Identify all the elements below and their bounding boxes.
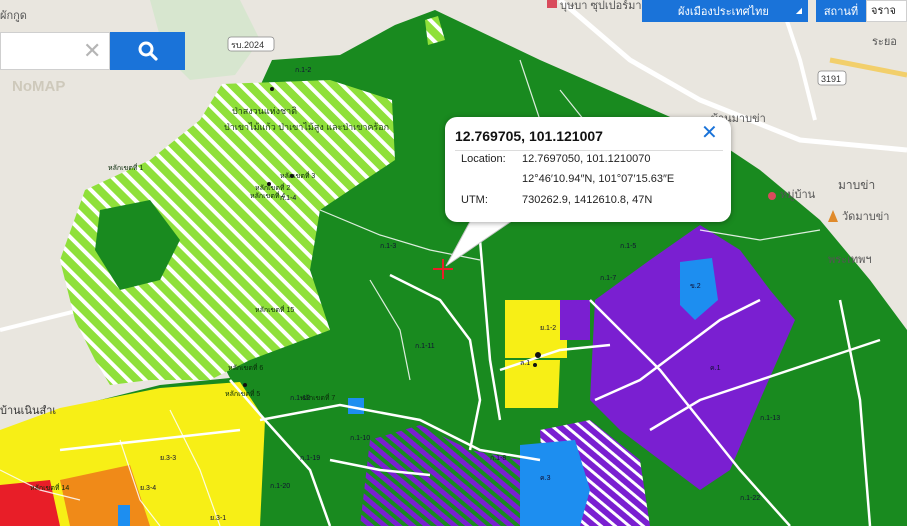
layer-select[interactable]: ผังเมืองประเทศไทย ◢ bbox=[642, 0, 808, 22]
place-label: บ้านเนินสำเ bbox=[0, 405, 56, 417]
place-label: หมู่บ้าน bbox=[780, 189, 816, 201]
place-label: วัดมาบข่า bbox=[842, 211, 889, 223]
road-label: รบ.2024 bbox=[231, 40, 264, 50]
utm-label: UTM: bbox=[461, 194, 488, 206]
poi-pin-icon bbox=[547, 0, 557, 8]
map-watermark: NoMAP bbox=[12, 78, 65, 95]
survey-point-label: หลักเขตที่ 14 bbox=[30, 483, 69, 492]
place-label: มาบข่า bbox=[838, 178, 875, 192]
zone-code-label: ข.2 bbox=[690, 283, 701, 290]
survey-point-label: หลักเขตที่ 2 bbox=[255, 183, 290, 192]
place-label: พระเทพฯ bbox=[828, 254, 872, 266]
search-input[interactable]: ✕ bbox=[0, 32, 110, 70]
station-label: สถานที่ bbox=[823, 6, 859, 18]
zone-code-label: ล.1 bbox=[520, 360, 530, 367]
zone-code-label: ก.1-19 bbox=[300, 455, 320, 462]
zone-code-label: ก.1-3 bbox=[380, 243, 396, 250]
location-dms: 12°46′10.94″N, 101°07′15.63″E bbox=[522, 173, 675, 185]
forest-label: ป่าสงวนแห่งชาติ bbox=[232, 106, 297, 116]
zone-code-label: ก.1-11 bbox=[415, 343, 435, 350]
location-label: Location: bbox=[461, 153, 506, 165]
map-canvas[interactable]: ผักกูด บุษบา ซุปเปอร์มาร์ รบ.2024 3191 N… bbox=[0, 0, 907, 526]
zone-code-label: ย.1-2 bbox=[540, 325, 556, 332]
station-input[interactable]: จราจ bbox=[866, 0, 907, 22]
zone-yellow-center-south bbox=[505, 360, 560, 408]
zone-code-label: ก.1-13 bbox=[760, 415, 780, 422]
caret-down-icon: ◢ bbox=[795, 6, 802, 15]
zone-code-label: ก.1-2 bbox=[295, 67, 311, 74]
zone-code-label: ก.1-8 bbox=[490, 455, 506, 462]
zone-code-label: ก.1-20 bbox=[270, 483, 290, 490]
zone-blue-tiny bbox=[118, 505, 130, 526]
station-button[interactable]: สถานที่ bbox=[816, 0, 866, 22]
utm-value: 730262.9, 1412610.8, 47N bbox=[522, 194, 653, 206]
forest-label: ป่าเขาไม้แก้ว ป่าเขาไม้สูง และป่าเขาคร้อ… bbox=[224, 122, 389, 133]
survey-point-label: หลักเขตที่ 6 bbox=[228, 363, 263, 372]
layer-select-label: ผังเมืองประเทศไทย bbox=[678, 6, 769, 18]
survey-point-label: หลักเขตที่ 15 bbox=[255, 305, 294, 314]
zone-yellow-center[interactable] bbox=[505, 300, 567, 358]
survey-point-label: หลักเขตที่ 4 bbox=[250, 191, 285, 200]
zone-code-label: ค.3 bbox=[540, 475, 551, 482]
survey-point-label: หลักเขตที่ 3 bbox=[280, 171, 315, 180]
popup-title: 12.769705, 101.121007 bbox=[455, 128, 603, 144]
station-input-value: จราจ bbox=[871, 5, 896, 17]
search-button[interactable] bbox=[110, 32, 185, 70]
zone-purple-small bbox=[560, 300, 590, 340]
survey-point-label: หลักเขตที่ 1 bbox=[108, 163, 143, 172]
close-icon[interactable]: ✕ bbox=[83, 39, 101, 63]
poi-pin-icon bbox=[768, 192, 776, 200]
popup-divider bbox=[455, 150, 723, 151]
survey-point-label: หลักเขตที่ 5 bbox=[225, 389, 260, 398]
place-label: ระยอ bbox=[872, 36, 897, 48]
zone-code-label: ย.3-4 bbox=[140, 485, 156, 492]
zone-code-label: ก.1-5 bbox=[620, 243, 636, 250]
road-label: 3191 bbox=[821, 74, 841, 84]
zone-code-label: ก.1-22 bbox=[740, 495, 760, 502]
survey-point-label: หลักเขตที่ 7 bbox=[300, 393, 335, 402]
place-label: ผักกูด bbox=[0, 10, 27, 22]
coordinate-popup: 12.769705, 101.121007 ✕ Location: 12.769… bbox=[445, 117, 731, 222]
search-icon bbox=[138, 41, 158, 61]
zone-code-label: ก.1-10 bbox=[350, 435, 370, 442]
zone-code-label: ย.3-3 bbox=[160, 455, 176, 462]
zone-code-label: ย.3-1 bbox=[210, 515, 226, 522]
location-decimal: 12.7697050, 101.1210070 bbox=[522, 153, 651, 165]
zone-code-label: ก.1-7 bbox=[600, 275, 616, 282]
zone-code-label: ค.1 bbox=[710, 365, 721, 372]
close-icon[interactable]: ✕ bbox=[701, 123, 718, 143]
poi-label: บุษบา ซุปเปอร์มาร์ bbox=[560, 0, 648, 12]
